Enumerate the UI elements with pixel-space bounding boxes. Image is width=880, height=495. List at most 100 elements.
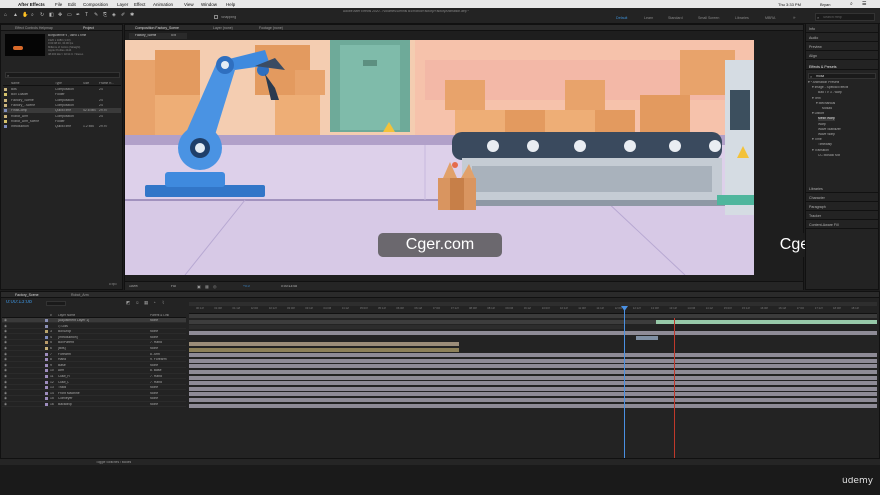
- panel-preview[interactable]: Preview: [806, 42, 878, 51]
- panel-content-aware-fill[interactable]: Content-Aware Fill: [806, 220, 878, 229]
- effects-tree-item[interactable]: Mesh Warp: [818, 117, 835, 121]
- visibility-eye-icon[interactable]: ◉: [4, 385, 7, 389]
- shy-layers-icon[interactable]: ☺: [135, 300, 140, 305]
- layer-duration-bar[interactable]: [189, 375, 877, 380]
- layer-duration-bar[interactable]: [189, 347, 459, 352]
- layer-duration-bar[interactable]: [189, 369, 877, 374]
- label-color-swatch[interactable]: [45, 319, 48, 322]
- layer-duration-bar[interactable]: [189, 341, 459, 346]
- user-name[interactable]: Bryan: [820, 2, 830, 7]
- label-color-swatch[interactable]: [45, 335, 48, 339]
- parent-dropdown[interactable]: None: [150, 330, 158, 333]
- workspace-standard[interactable]: Standard: [668, 16, 683, 20]
- draft-3d-icon[interactable]: ◩: [126, 300, 130, 306]
- col-parent[interactable]: Parent & Link: [150, 314, 169, 317]
- workspace-learn[interactable]: Learn: [644, 16, 653, 20]
- parent-dropdown[interactable]: 7. Hand: [150, 381, 162, 384]
- label-color-swatch[interactable]: [45, 358, 48, 362]
- table-row[interactable]: ◉ [Adjustment Layer 1] None: [2, 318, 186, 324]
- panel-align[interactable]: Align: [806, 51, 878, 60]
- table-row[interactable]: ◉ ◇ Lids: [2, 324, 186, 329]
- col-name[interactable]: Name: [11, 82, 20, 85]
- label-color-swatch[interactable]: [45, 352, 48, 356]
- zoom-tool-icon[interactable]: ⌕: [31, 13, 36, 18]
- zoom-dropdown[interactable]: 100%: [129, 285, 138, 288]
- tab-robot-arm[interactable]: Robot_Arm: [71, 293, 89, 297]
- rectangle-tool-icon[interactable]: ▭: [67, 13, 72, 18]
- layer-duration-bar[interactable]: [189, 364, 877, 369]
- layer-duration-bar[interactable]: [189, 381, 877, 386]
- tab-layer[interactable]: Layer (none): [213, 26, 233, 30]
- effects-tree-item[interactable]: ▾ Transition: [812, 149, 829, 152]
- parent-dropdown[interactable]: None: [150, 364, 158, 367]
- parent-dropdown[interactable]: None: [150, 319, 158, 322]
- timeline-timecode[interactable]: 0:00:13:08: [6, 300, 32, 306]
- visibility-eye-icon[interactable]: ◉: [4, 357, 7, 361]
- roto-brush-icon[interactable]: ✐: [121, 13, 126, 18]
- adjustment-layer-bar[interactable]: [656, 319, 877, 324]
- layer-duration-bar[interactable]: [189, 358, 877, 363]
- label-color-swatch[interactable]: [45, 363, 48, 367]
- work-area-bar[interactable]: [189, 314, 877, 318]
- camera-tool-icon[interactable]: ◧: [49, 13, 54, 18]
- tab-footage[interactable]: Footage (none): [259, 26, 283, 30]
- breadcrumb-bits[interactable]: Bits: [171, 34, 176, 37]
- menu-app[interactable]: After Effects: [18, 2, 45, 7]
- tab-effect-controls[interactable]: Effect Controls Helpmap: [15, 26, 53, 30]
- visibility-eye-icon[interactable]: ◉: [4, 363, 7, 367]
- table-row[interactable]: ◉ 8 Hand 9. Forearm: [2, 357, 186, 363]
- panel-audio[interactable]: Audio: [806, 33, 878, 42]
- toggle-switches-modes[interactable]: Toggle Switches / Modes: [96, 461, 131, 464]
- tab-factory-scene[interactable]: Factory_Scene: [15, 293, 39, 297]
- parent-dropdown[interactable]: None: [150, 397, 158, 400]
- exposure-value[interactable]: +0.0: [243, 285, 250, 288]
- eraser-tool-icon[interactable]: ◈: [112, 13, 117, 18]
- table-row[interactable]: ◉ 6 [Bits] None: [2, 346, 186, 352]
- timeline-graph-area[interactable]: [189, 300, 877, 460]
- table-row[interactable]: ◉ 15 Conveyer None: [2, 396, 186, 402]
- frame-blending-icon[interactable]: ▦: [144, 300, 148, 306]
- menu-effect[interactable]: Effect: [134, 2, 145, 7]
- table-row[interactable]: ◉ 9 Base None: [2, 363, 186, 369]
- effects-tree-item[interactable]: Wave Warp: [818, 133, 835, 136]
- rotate-tool-icon[interactable]: ↻: [40, 13, 45, 18]
- col-frame-rate[interactable]: Frame R...: [99, 82, 114, 85]
- visibility-eye-icon[interactable]: ◉: [4, 318, 7, 322]
- effects-tree-item[interactable]: ▾ Image - Special Effects: [812, 86, 848, 89]
- table-row[interactable]: ◉ 12 Claw_L 7. Hand: [2, 380, 186, 385]
- breadcrumb-factory-scene[interactable]: Factory_Scene: [135, 34, 156, 37]
- label-color-swatch[interactable]: [45, 403, 48, 406]
- layer-duration-bar[interactable]: [189, 330, 877, 335]
- parent-dropdown[interactable]: 9. Forearm: [150, 358, 167, 361]
- type-tool-icon[interactable]: T: [85, 13, 90, 18]
- effects-tree-item[interactable]: Timewarp: [818, 143, 832, 146]
- menu-animation[interactable]: Animation: [153, 2, 173, 7]
- visibility-eye-icon[interactable]: ◉: [4, 391, 7, 395]
- visibility-eye-icon[interactable]: ◉: [4, 329, 7, 333]
- viewer-timecode[interactable]: 0:00:13:08: [281, 285, 297, 288]
- menu-view[interactable]: View: [184, 2, 194, 7]
- selection-tool-icon[interactable]: ▲: [13, 13, 18, 18]
- pan-behind-tool-icon[interactable]: ✥: [58, 13, 63, 18]
- mask-visibility-icon[interactable]: ◎: [213, 284, 217, 289]
- visibility-eye-icon[interactable]: ◉: [4, 352, 7, 356]
- menu-composition[interactable]: Composition: [83, 2, 108, 7]
- parent-dropdown[interactable]: None: [150, 392, 158, 395]
- visibility-eye-icon[interactable]: ◉: [4, 380, 7, 384]
- menu-window[interactable]: Window: [201, 2, 217, 7]
- visibility-eye-icon[interactable]: ◉: [4, 324, 7, 328]
- panel-character[interactable]: Character: [806, 193, 878, 202]
- search-icon[interactable]: ⌕: [850, 1, 853, 7]
- parent-dropdown[interactable]: 7. Hand: [150, 341, 162, 344]
- menu-help[interactable]: Help: [226, 2, 235, 7]
- parent-dropdown[interactable]: 7. Hand: [150, 375, 162, 378]
- table-row[interactable]: ◉ 16 Backdrop None: [2, 402, 186, 408]
- effects-tree-item[interactable]: Wave Stabilizer: [818, 128, 841, 131]
- effects-tree-item[interactable]: ▾ Mechanical: [816, 102, 835, 105]
- layer-duration-bar[interactable]: [189, 325, 624, 330]
- clone-tool-icon[interactable]: ⎘: [103, 13, 108, 18]
- transparency-grid-icon[interactable]: ▦: [205, 284, 209, 289]
- bit-depth-button[interactable]: 8 bpc: [109, 283, 117, 286]
- roi-icon[interactable]: ▣: [197, 284, 201, 289]
- parent-dropdown[interactable]: None: [150, 403, 158, 406]
